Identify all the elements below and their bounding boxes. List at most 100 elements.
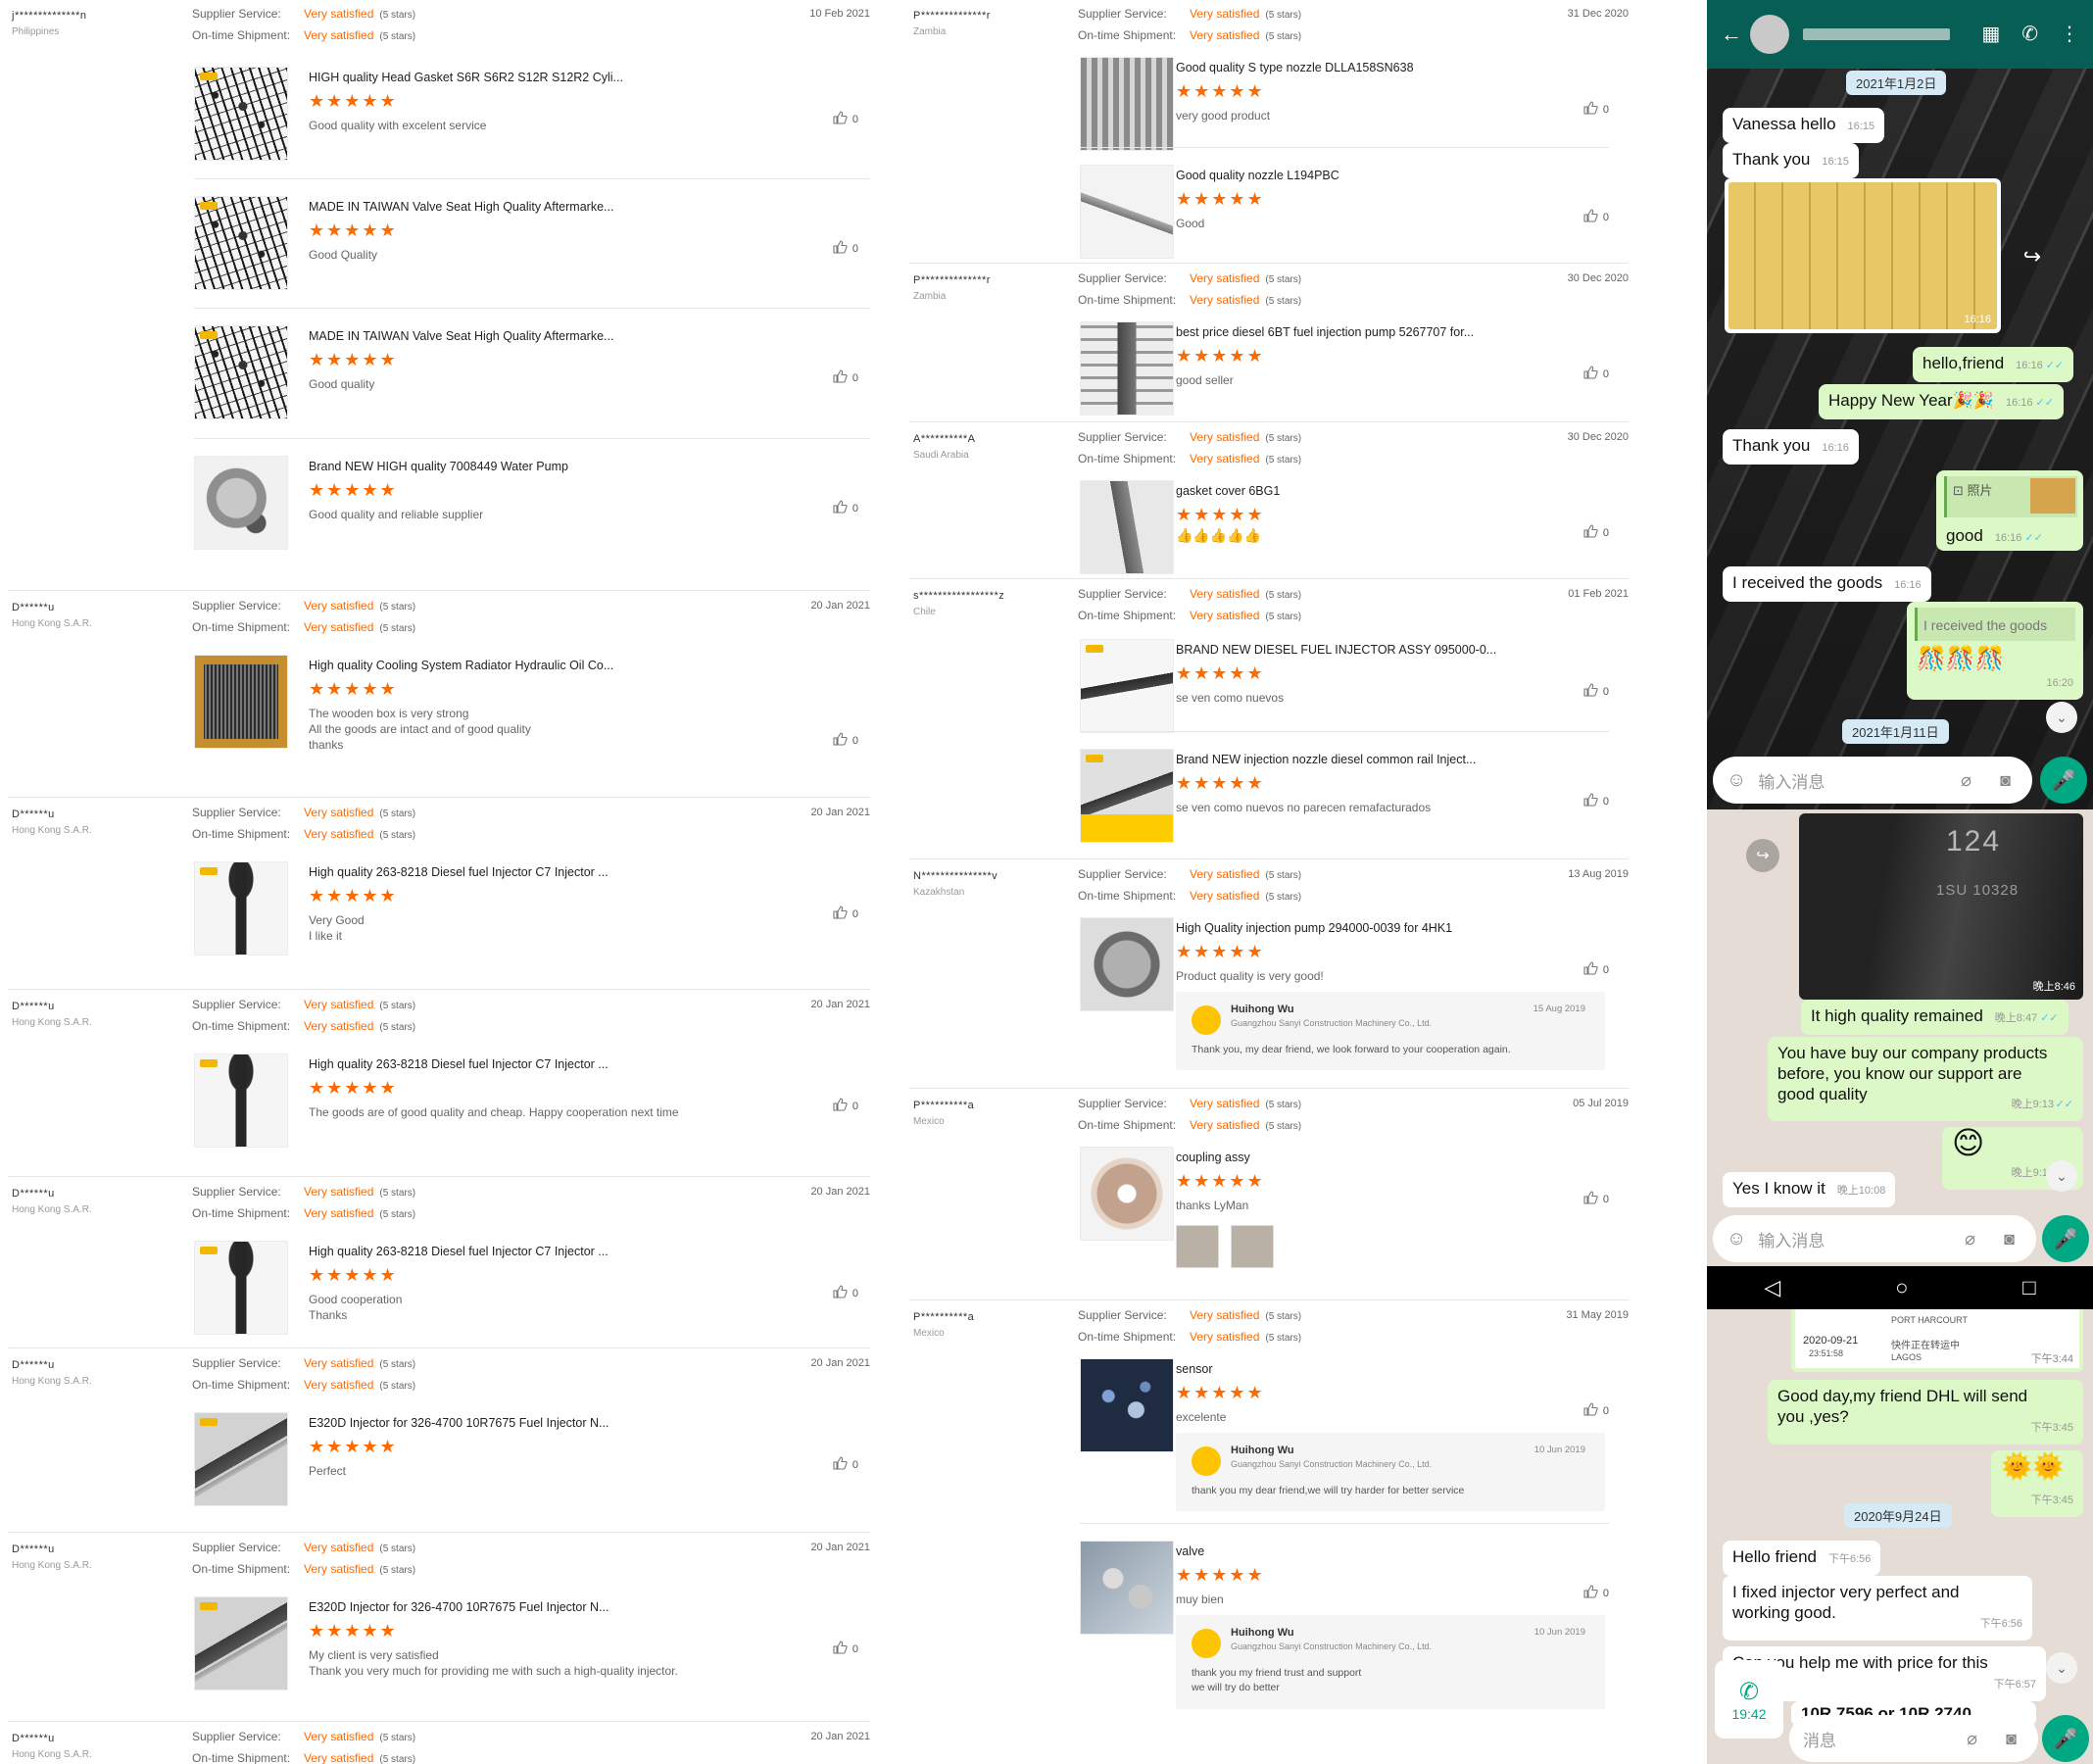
camera-icon[interactable]: ◙ bbox=[2004, 1229, 2015, 1250]
product-thumbnail[interactable] bbox=[194, 1241, 288, 1335]
injector-photo-message[interactable]: 124 1SU 10328 晚上8:46 bbox=[1799, 813, 2083, 1000]
product-title[interactable]: High quality 263-8218 Diesel fuel Inject… bbox=[309, 1245, 608, 1258]
like-button[interactable]: 0 bbox=[1582, 960, 1609, 979]
scroll-down-icon[interactable]: ⌄ bbox=[2046, 1160, 2077, 1192]
product-title[interactable]: Brand NEW HIGH quality 7008449 Water Pum… bbox=[309, 460, 568, 473]
product-thumbnail[interactable] bbox=[194, 325, 288, 419]
product-title[interactable]: Good quality S type nozzle DLLA158SN638 bbox=[1176, 61, 1414, 74]
product-title[interactable]: E320D Injector for 326-4700 10R7675 Fuel… bbox=[309, 1416, 608, 1430]
product-thumbnail[interactable] bbox=[194, 1054, 288, 1148]
buyer-name[interactable]: D******u bbox=[12, 1733, 159, 1744]
product-thumbnail[interactable] bbox=[194, 67, 288, 161]
photo-reply-message[interactable]: ⊡ 照片 good 16:16 ✓✓ bbox=[1936, 470, 2083, 551]
like-button[interactable]: 0 bbox=[832, 1097, 858, 1115]
product-thumbnail[interactable] bbox=[1080, 1147, 1174, 1241]
like-button[interactable]: 0 bbox=[1582, 1401, 1609, 1420]
product-title[interactable]: E320D Injector for 326-4700 10R7675 Fuel… bbox=[309, 1600, 608, 1614]
like-button[interactable]: 0 bbox=[832, 1640, 858, 1658]
buyer-name[interactable]: A**********A bbox=[913, 433, 1060, 445]
camera-icon[interactable]: ◙ bbox=[2000, 770, 2011, 791]
message-in[interactable]: Thank you 16:15 bbox=[1723, 143, 1859, 178]
like-button[interactable]: 0 bbox=[832, 1455, 858, 1474]
like-button[interactable]: 0 bbox=[1582, 208, 1609, 226]
product-thumbnail[interactable] bbox=[194, 861, 288, 956]
like-button[interactable]: 0 bbox=[832, 905, 858, 923]
like-button[interactable]: 0 bbox=[832, 110, 858, 128]
product-title[interactable]: BRAND NEW DIESEL FUEL INJECTOR ASSY 0950… bbox=[1176, 643, 1496, 657]
buyer-name[interactable]: P**************r bbox=[913, 274, 1060, 286]
review-photo[interactable] bbox=[1176, 1225, 1219, 1268]
product-title[interactable]: valve bbox=[1176, 1544, 1204, 1558]
like-button[interactable]: 0 bbox=[1582, 100, 1609, 119]
scroll-down-icon[interactable]: ⌄ bbox=[2046, 1652, 2077, 1684]
product-thumbnail[interactable] bbox=[1080, 480, 1174, 574]
product-title[interactable]: MADE IN TAIWAN Valve Seat High Quality A… bbox=[309, 329, 613, 343]
mic-button[interactable]: 🎤 bbox=[2040, 757, 2087, 804]
scroll-down-icon[interactable]: ⌄ bbox=[2046, 702, 2077, 733]
buyer-name[interactable]: P**********a bbox=[913, 1311, 1060, 1323]
buyer-name[interactable]: s*****************z bbox=[913, 590, 1060, 602]
product-title[interactable]: High Quality injection pump 294000-0039 … bbox=[1176, 921, 1452, 935]
like-button[interactable]: 0 bbox=[1582, 1190, 1609, 1208]
product-thumbnail[interactable] bbox=[194, 1596, 288, 1690]
forward-icon[interactable]: ↪ bbox=[1746, 839, 1779, 872]
nav-recent-icon[interactable]: □ bbox=[2022, 1275, 2035, 1300]
like-button[interactable]: 0 bbox=[832, 239, 858, 258]
like-button[interactable]: 0 bbox=[1582, 792, 1609, 810]
buyer-name[interactable]: D******u bbox=[12, 1359, 159, 1371]
like-button[interactable]: 0 bbox=[1582, 682, 1609, 701]
buyer-name[interactable]: D******u bbox=[12, 1188, 159, 1200]
tracking-screenshot-message[interactable]: PORT HARCOURT 2020-09-21 23:51:58 快件正在转运… bbox=[1791, 1309, 2083, 1372]
product-thumbnail[interactable] bbox=[1080, 917, 1174, 1011]
like-button[interactable]: 0 bbox=[1582, 365, 1609, 383]
nav-back-icon[interactable]: ◁ bbox=[1764, 1275, 1780, 1300]
mic-button[interactable]: 🎤 bbox=[2042, 1215, 2089, 1262]
emoji-icon[interactable]: ☺ bbox=[1727, 769, 1746, 792]
buyer-name[interactable]: N***************v bbox=[913, 870, 1060, 882]
like-button[interactable]: 0 bbox=[832, 731, 858, 750]
attach-icon[interactable]: ⌀ bbox=[1967, 1729, 1977, 1749]
product-thumbnail[interactable] bbox=[194, 655, 288, 749]
emoji-icon[interactable]: ☺ bbox=[1727, 1228, 1746, 1250]
camera-icon[interactable]: ◙ bbox=[2006, 1729, 2017, 1749]
review-photo[interactable] bbox=[1231, 1225, 1274, 1268]
message-in[interactable]: Vanessa hello 16:15 bbox=[1723, 108, 1885, 143]
call-icon[interactable]: ✆ bbox=[2021, 22, 2038, 46]
like-button[interactable]: 0 bbox=[832, 1284, 858, 1302]
message-input[interactable]: 消息 ⌀ ◙ bbox=[1789, 1715, 2038, 1762]
message-in[interactable]: Thank you 16:16 bbox=[1723, 429, 1859, 465]
message-out[interactable]: Good day,my friend DHL will send you ,ye… bbox=[1768, 1380, 2083, 1445]
forward-icon[interactable]: ↪ bbox=[2017, 241, 2048, 272]
like-button[interactable]: 0 bbox=[832, 499, 858, 517]
message-input[interactable]: ☺ 输入消息 ⌀ ◙ bbox=[1713, 757, 2032, 804]
buyer-name[interactable]: D******u bbox=[12, 1544, 159, 1555]
product-thumbnail[interactable] bbox=[1080, 749, 1174, 843]
product-thumbnail[interactable] bbox=[1080, 165, 1174, 259]
attach-icon[interactable]: ⌀ bbox=[1965, 1229, 1975, 1250]
message-out[interactable]: It high quality remained 晚上8:47 ✓✓ bbox=[1801, 1000, 2069, 1035]
nav-home-icon[interactable]: ○ bbox=[1895, 1275, 1908, 1300]
message-in[interactable]: Hello friend 下午6:56 bbox=[1723, 1541, 1881, 1576]
like-button[interactable]: 0 bbox=[1582, 1584, 1609, 1602]
buyer-name[interactable]: D******u bbox=[12, 1001, 159, 1012]
product-thumbnail[interactable] bbox=[194, 196, 288, 290]
back-arrow-icon[interactable]: ← bbox=[1721, 22, 1742, 47]
product-thumbnail[interactable] bbox=[194, 1412, 288, 1506]
buyer-name[interactable]: P**************r bbox=[913, 10, 1060, 22]
photo-message[interactable]: 16:16 bbox=[1725, 178, 2001, 333]
product-thumbnail[interactable] bbox=[1080, 639, 1174, 733]
reply-message[interactable]: I received the goods 🎊🎊🎊 16:20 bbox=[1907, 602, 2083, 700]
product-thumbnail[interactable] bbox=[1080, 1541, 1174, 1635]
product-title[interactable]: High quality Cooling System Radiator Hyd… bbox=[309, 659, 613, 672]
attach-icon[interactable]: ⌀ bbox=[1961, 770, 1971, 791]
message-out[interactable]: You have buy our company products before… bbox=[1768, 1037, 2083, 1121]
product-title[interactable]: coupling assy bbox=[1176, 1151, 1250, 1164]
product-title[interactable]: Good quality nozzle L194PBC bbox=[1176, 169, 1339, 182]
message-out[interactable]: Happy New Year🎉🎉 16:16 ✓✓ bbox=[1819, 384, 2064, 419]
more-icon[interactable]: ⋮ bbox=[2060, 22, 2079, 46]
buyer-name[interactable]: D******u bbox=[12, 602, 159, 613]
product-thumbnail[interactable] bbox=[1080, 1358, 1174, 1452]
product-title[interactable]: HIGH quality Head Gasket S6R S6R2 S12R S… bbox=[309, 71, 623, 84]
product-thumbnail[interactable] bbox=[1080, 57, 1174, 151]
product-title[interactable]: best price diesel 6BT fuel injection pum… bbox=[1176, 325, 1474, 339]
